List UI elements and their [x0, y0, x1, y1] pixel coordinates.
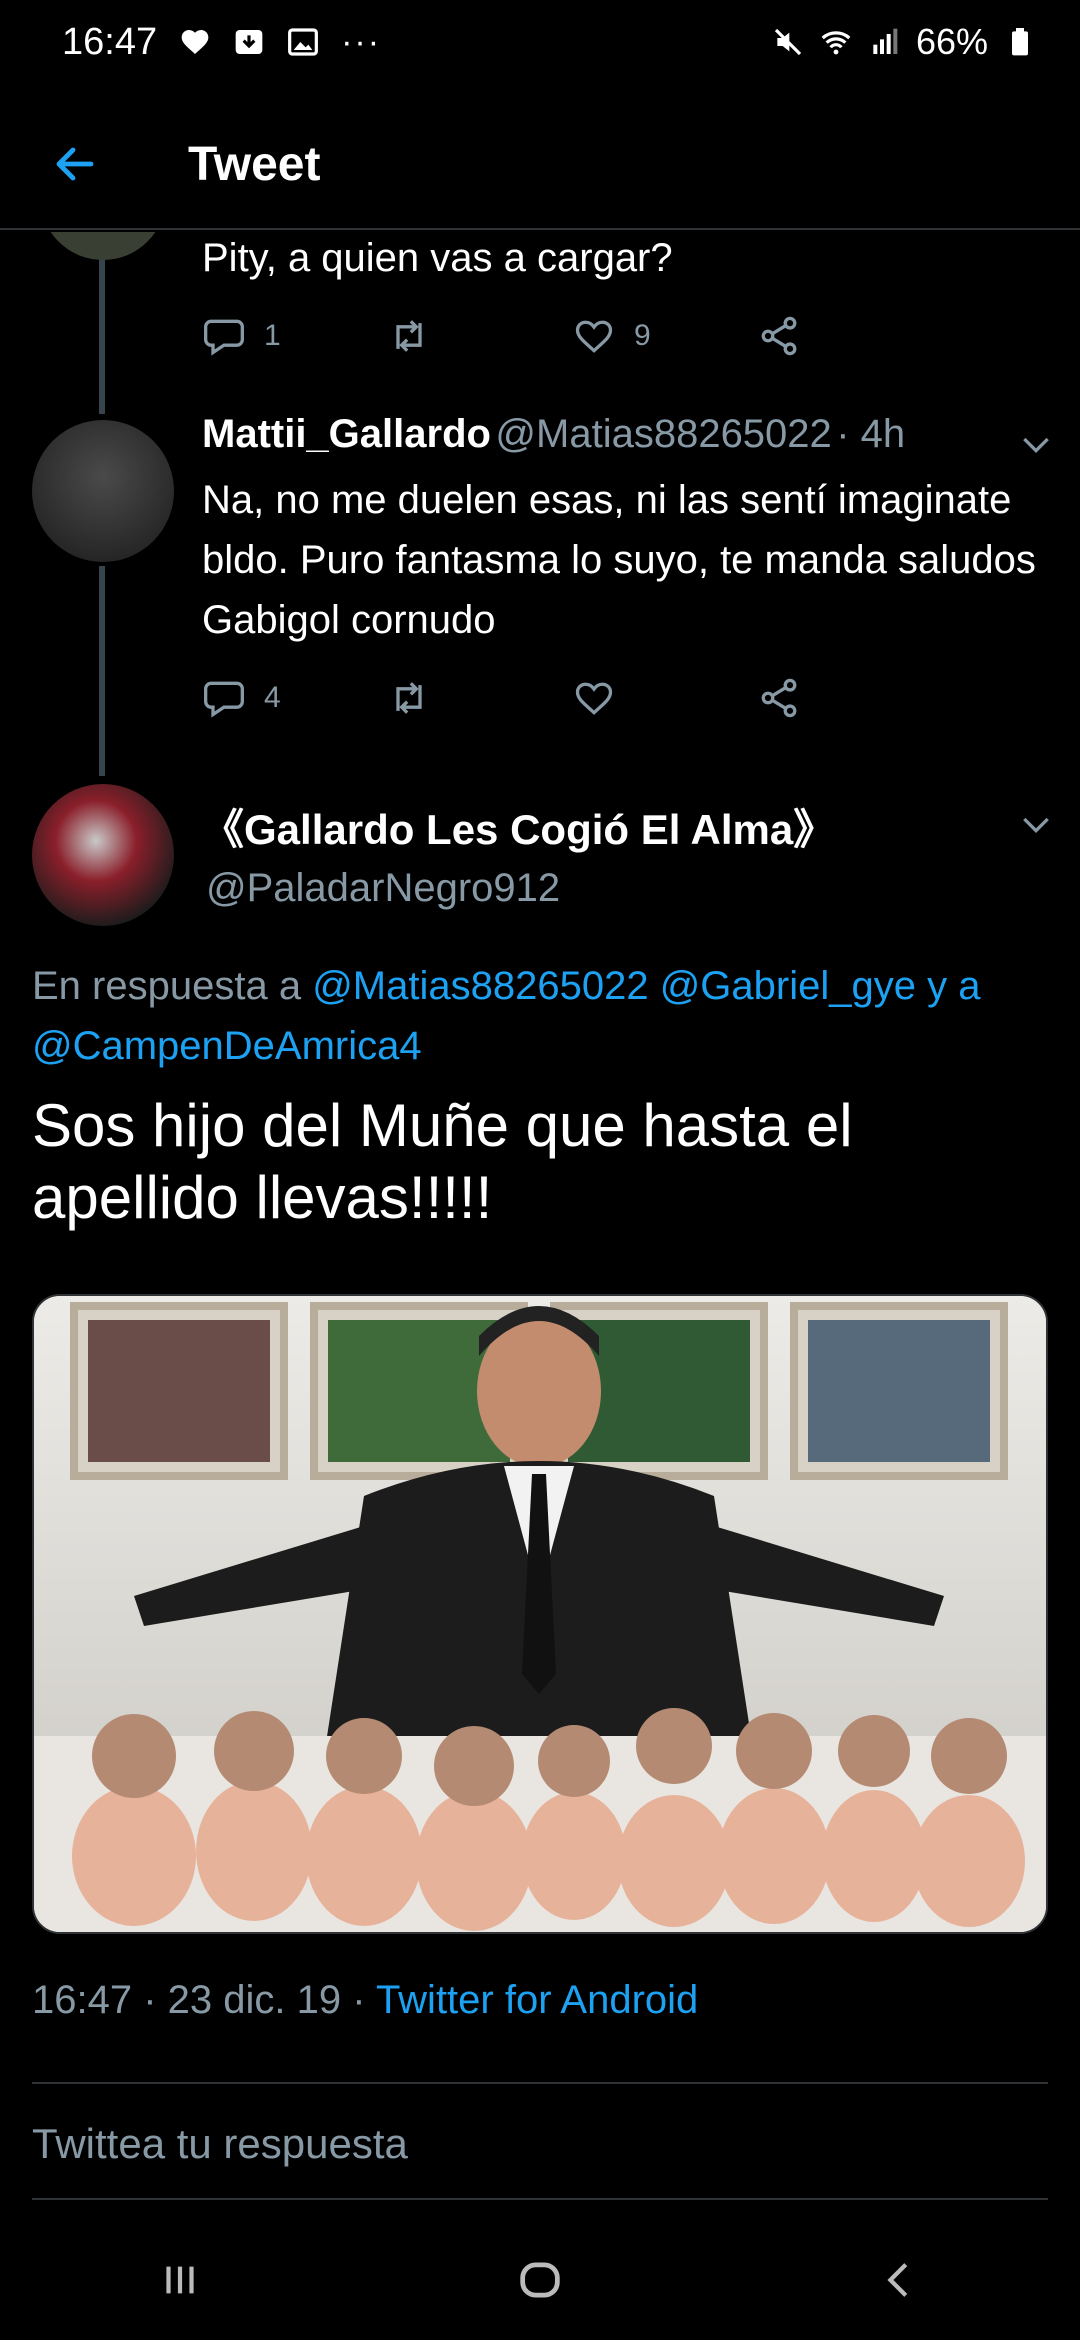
- tweet-actions: 1 9: [202, 306, 942, 366]
- reply-text: Pity, a quien vas a cargar?: [202, 236, 673, 280]
- home-button[interactable]: [480, 2230, 600, 2330]
- tweet-text: Sos hijo del Muñe que hasta el apellido …: [32, 1092, 853, 1231]
- status-bar: 16:47 ··· 66%: [0, 0, 1080, 84]
- battery-percent: 66%: [915, 21, 988, 62]
- in-reply-to: En respuesta a @Matias88265022 @Gabriel_…: [32, 956, 1052, 1076]
- tweet-actions: 4: [202, 668, 942, 728]
- reply-icon: [204, 319, 244, 356]
- mention-link[interactable]: @Matias88265022: [312, 964, 648, 1008]
- reply-icon: [204, 681, 244, 718]
- more-icon: ···: [341, 22, 382, 61]
- back-button[interactable]: [30, 119, 120, 209]
- reply-count: 1: [264, 319, 281, 352]
- retweet-icon: [396, 320, 422, 352]
- system-nav-bar: [0, 2220, 1080, 2340]
- tweet-timestamp: 16:47 · 23 dic. 19 · Twitter for Android: [32, 1978, 698, 2023]
- signal-icon: [873, 28, 898, 54]
- retweet-button[interactable]: [387, 314, 572, 358]
- retweet-icon: [396, 682, 422, 714]
- reply-count: 4: [264, 681, 281, 714]
- download-icon: [235, 30, 263, 54]
- share-icon: [761, 678, 797, 718]
- heart-outline-icon: [575, 320, 613, 353]
- media-illustration: [34, 1296, 1046, 1932]
- thread-line: [99, 566, 105, 776]
- arrow-left-icon: [56, 147, 94, 181]
- battery-icon: [1012, 28, 1028, 56]
- back-nav-button[interactable]: [840, 2230, 960, 2330]
- divider: [32, 2198, 1048, 2200]
- recents-icon: [166, 2266, 194, 2294]
- share-icon: [761, 316, 797, 356]
- chevron-down-icon[interactable]: [1016, 804, 1056, 844]
- reply-button[interactable]: 4: [202, 676, 387, 720]
- share-button[interactable]: [757, 676, 942, 720]
- mention-link[interactable]: @Gabriel_gye: [660, 964, 916, 1008]
- avatar[interactable]: [32, 784, 174, 926]
- timestamp-text: 16:47 · 23 dic. 19 ·: [32, 1978, 366, 2022]
- heart-outline-icon: [575, 682, 613, 715]
- like-button[interactable]: 9: [572, 314, 757, 358]
- recents-button[interactable]: [120, 2230, 240, 2330]
- like-count: 9: [634, 319, 651, 352]
- image-icon: [288, 28, 319, 56]
- chevron-down-icon[interactable]: [1016, 424, 1056, 464]
- display-name[interactable]: Mattii_Gallardo: [202, 412, 491, 456]
- app-bar: Tweet: [0, 100, 1080, 230]
- handle[interactable]: @Matias88265022: [495, 412, 831, 456]
- chevron-left-icon: [887, 2263, 908, 2297]
- like-button[interactable]: [572, 676, 757, 720]
- reply-button[interactable]: 1: [202, 314, 387, 358]
- tweet-header: Mattii_Gallardo @Matias88265022 · 4h: [202, 412, 905, 457]
- mute-icon: [774, 28, 802, 56]
- handle[interactable]: @PaladarNegro912: [206, 866, 560, 911]
- divider: [32, 2082, 1048, 2084]
- retweet-button[interactable]: [387, 676, 572, 720]
- tweet-media[interactable]: [32, 1294, 1048, 1934]
- home-icon: [520, 2262, 560, 2298]
- avatar[interactable]: [32, 420, 174, 562]
- share-button[interactable]: [757, 314, 942, 358]
- source-link[interactable]: Twitter for Android: [376, 1978, 698, 2022]
- display-name[interactable]: 《Gallardo Les Cogió El Alma》: [202, 796, 835, 857]
- heart-icon: [181, 30, 209, 54]
- reply-compose-input[interactable]: Twittea tu respuesta: [32, 2120, 408, 2168]
- in-reply-connector[interactable]: y a: [927, 964, 980, 1008]
- tweet-time: · 4h: [836, 412, 906, 456]
- wifi-icon: [821, 31, 851, 55]
- page-title: Tweet: [188, 137, 321, 191]
- in-reply-prefix: En respuesta a: [32, 964, 302, 1008]
- mention-link[interactable]: @CampenDeAmrica4: [32, 1024, 422, 1068]
- status-time: 16:47: [62, 20, 158, 63]
- reply-text: Na, no me duelen esas, ni las sentí imag…: [202, 478, 1036, 642]
